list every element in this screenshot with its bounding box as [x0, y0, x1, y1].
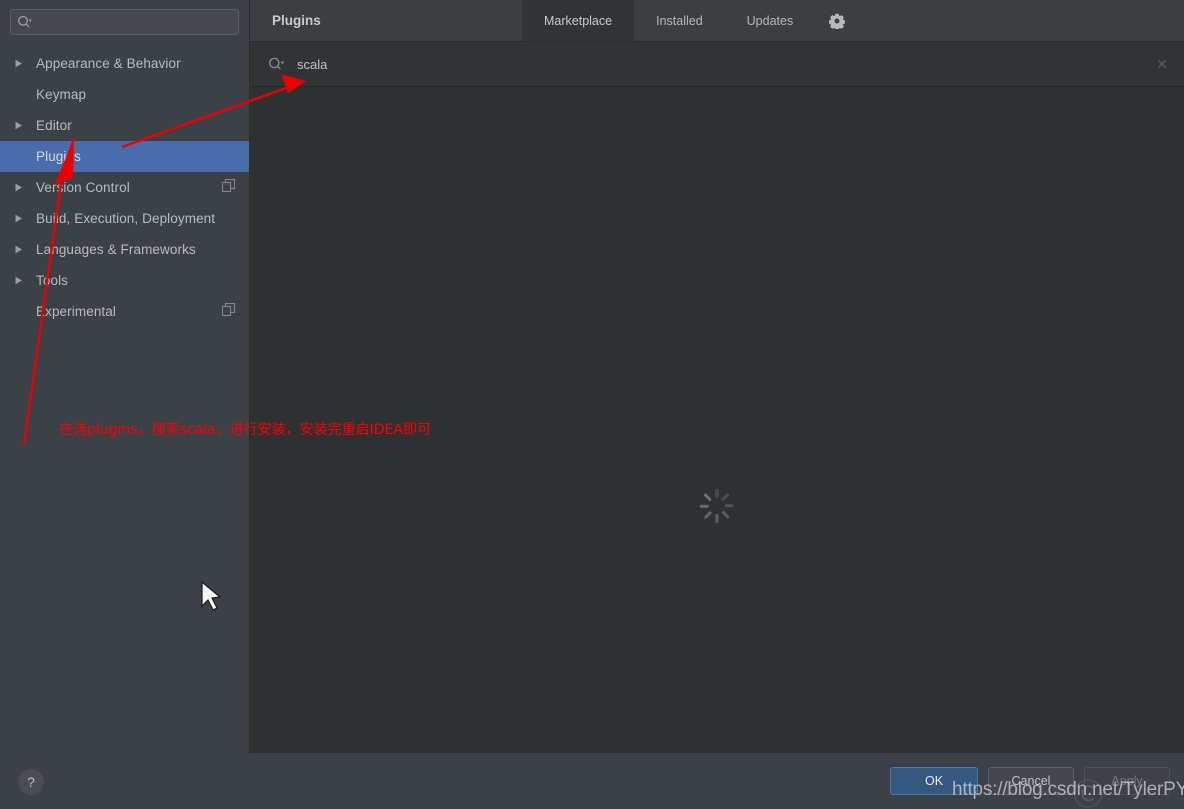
dialog-footer: OK Cancel Apply: [0, 753, 1184, 809]
cancel-button[interactable]: Cancel: [988, 767, 1074, 795]
search-icon: [17, 15, 32, 29]
sidebar-item-experimental[interactable]: Experimental: [0, 296, 249, 327]
sidebar-item-plugins[interactable]: Plugins: [0, 141, 249, 172]
ok-button[interactable]: OK: [890, 767, 978, 795]
copy-settings-icon[interactable]: [221, 302, 236, 321]
copy-settings-icon[interactable]: [221, 178, 236, 197]
plugin-search-bar[interactable]: ✕: [250, 42, 1184, 87]
plugins-pane: Plugins Marketplace Installed Updates sc…: [250, 0, 1184, 753]
search-icon[interactable]: [268, 57, 285, 72]
tab-marketplace[interactable]: Marketplace: [522, 0, 635, 41]
page-title: Plugins: [272, 13, 321, 28]
settings-sidebar: Appearance & Behavior Keymap Editor Plug…: [0, 0, 250, 753]
annotation-note-text: 在选plugins，搜索scala，进行安装，安装完重启IDEA即可: [59, 422, 431, 438]
sidebar-item-label: Experimental: [36, 304, 116, 319]
sidebar-item-tools[interactable]: Tools: [0, 265, 249, 296]
tab-updates[interactable]: Updates: [725, 0, 816, 41]
help-icon: ?: [27, 774, 35, 790]
sidebar-item-keymap[interactable]: Keymap: [0, 79, 249, 110]
chevron-right-icon[interactable]: [14, 121, 36, 130]
gear-icon[interactable]: [815, 0, 859, 41]
loading-spinner-icon: [700, 489, 735, 523]
sidebar-item-version-control[interactable]: Version Control: [0, 172, 249, 203]
chevron-right-icon[interactable]: [14, 245, 36, 254]
sidebar-search-container: [0, 0, 249, 35]
footer-button-group: OK Cancel Apply: [890, 767, 1170, 795]
sidebar-item-label: Appearance & Behavior: [36, 56, 181, 71]
sidebar-item-languages-frameworks[interactable]: Languages & Frameworks: [0, 234, 249, 265]
sidebar-item-label: Version Control: [36, 180, 130, 195]
settings-dialog: Appearance & Behavior Keymap Editor Plug…: [0, 0, 1184, 809]
plugins-tabbar: Plugins Marketplace Installed Updates: [250, 0, 1184, 42]
sidebar-item-label: Keymap: [36, 87, 87, 102]
tab-label: Updates: [746, 13, 794, 28]
sidebar-item-label: Build, Execution, Deployment: [36, 211, 216, 226]
button-label: OK: [924, 774, 944, 788]
button-label: Apply: [1111, 774, 1143, 788]
chevron-right-icon[interactable]: [14, 276, 36, 285]
sidebar-item-label: Editor: [36, 118, 72, 133]
plugin-search-input[interactable]: [285, 56, 1152, 72]
sidebar-item-label: Plugins: [36, 149, 81, 164]
chevron-right-icon[interactable]: [14, 183, 36, 192]
tab-label: Marketplace: [544, 13, 613, 28]
chevron-right-icon[interactable]: [14, 214, 36, 223]
sidebar-item-appearance-behavior[interactable]: Appearance & Behavior: [0, 48, 249, 79]
sidebar-item-label: Languages & Frameworks: [36, 242, 196, 257]
sidebar-search-input[interactable]: [32, 15, 232, 29]
sidebar-search-box[interactable]: [10, 9, 239, 35]
sidebar-item-build-execution-deployment[interactable]: Build, Execution, Deployment: [0, 203, 249, 234]
chevron-right-icon[interactable]: [14, 59, 36, 68]
close-icon[interactable]: ✕: [1152, 54, 1172, 74]
sidebar-item-editor[interactable]: Editor: [0, 110, 249, 141]
tab-label: Installed: [656, 13, 703, 28]
sidebar-item-label: Tools: [36, 273, 69, 288]
tab-installed[interactable]: Installed: [634, 0, 725, 41]
settings-tree: Appearance & Behavior Keymap Editor Plug…: [0, 48, 249, 327]
button-label: Cancel: [1011, 774, 1051, 788]
help-button[interactable]: ?: [18, 769, 44, 795]
apply-button: Apply: [1084, 767, 1170, 795]
